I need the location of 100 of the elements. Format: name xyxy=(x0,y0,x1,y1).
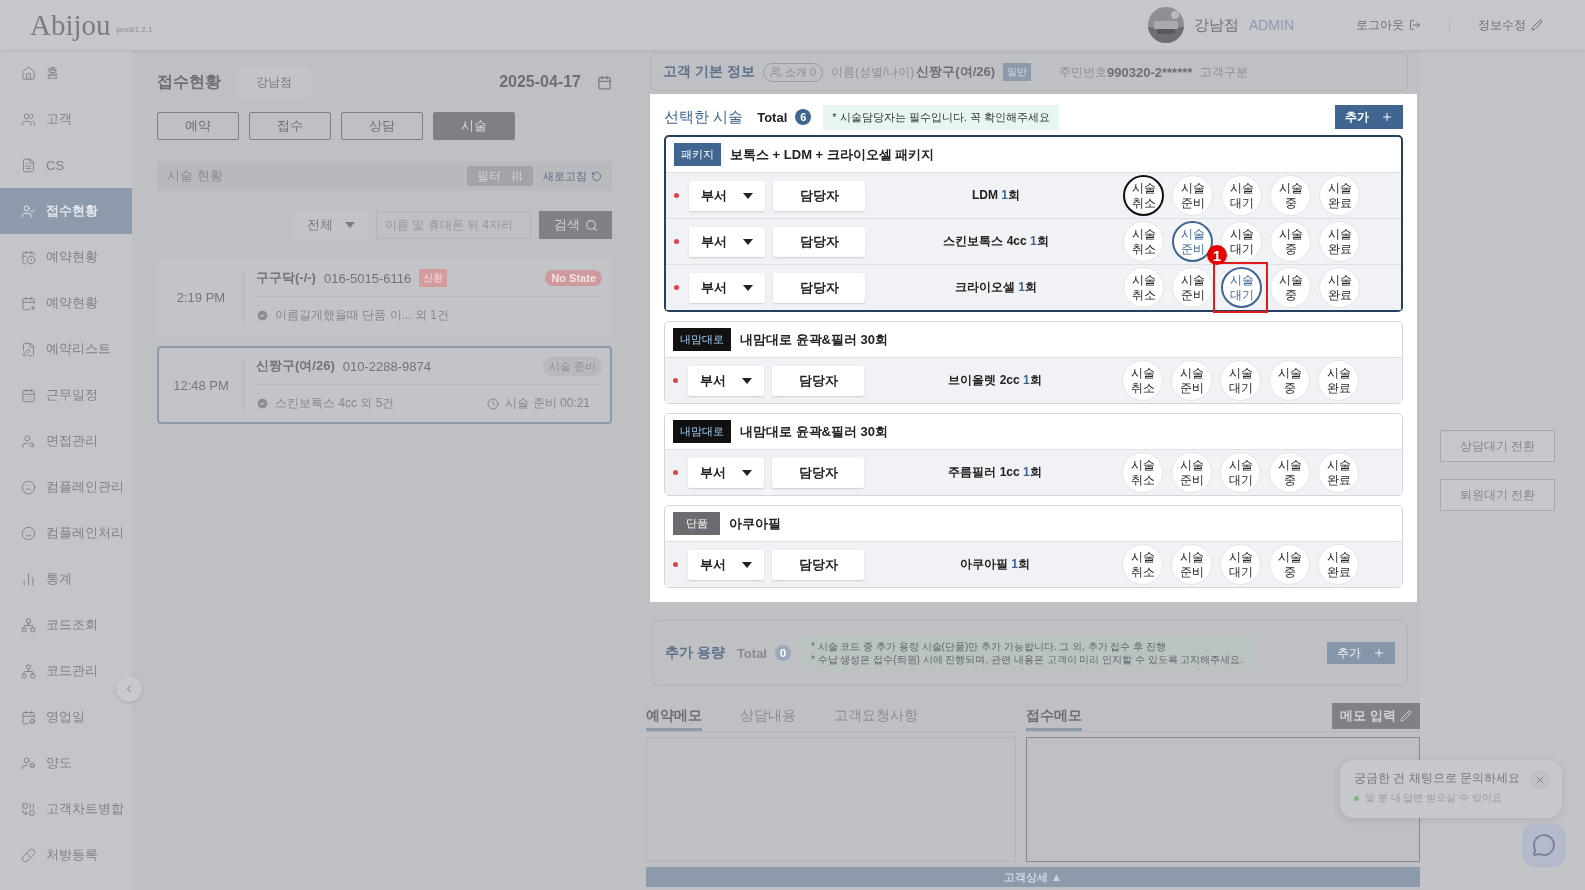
staff-button[interactable]: 담당자 xyxy=(772,365,864,396)
customer-name: 신짱구(여/26) xyxy=(916,63,996,81)
required-dot xyxy=(674,239,679,244)
clock-icon xyxy=(487,397,500,410)
status-button[interactable]: 시술 중 xyxy=(1270,267,1311,308)
add-button[interactable]: 추가 xyxy=(1335,105,1403,129)
collapse-button[interactable] xyxy=(116,676,142,702)
status-button[interactable]: 시술 대기 xyxy=(1220,360,1261,401)
caret-icon xyxy=(743,284,753,291)
status-button[interactable]: 시술 대기 xyxy=(1221,221,1262,262)
status-button[interactable]: 시술 완료 xyxy=(1318,360,1359,401)
status-button[interactable]: 시술 중 xyxy=(1270,221,1311,262)
status-button[interactable]: 시술 대기 xyxy=(1220,544,1261,585)
section-title: 추가 용량 xyxy=(665,644,725,662)
caret-icon xyxy=(742,469,752,476)
chat-button[interactable] xyxy=(1522,823,1566,867)
staff-button[interactable]: 담당자 xyxy=(773,180,865,211)
sidebar-label: 고객 xyxy=(46,110,72,128)
procedure-name: 크라이오셀 1회 xyxy=(954,279,1038,296)
status-button[interactable]: 시술 완료 xyxy=(1318,544,1359,585)
file-pen-icon xyxy=(21,341,36,357)
id-number: 990320-2****** xyxy=(1107,64,1193,80)
group-tag: 단품 xyxy=(673,512,720,535)
required-dot xyxy=(673,562,678,567)
pencil-icon xyxy=(1531,19,1543,31)
status-button[interactable]: 시술 완료 xyxy=(1319,175,1360,216)
calendar-clock-icon xyxy=(21,249,36,265)
department-select[interactable]: 부서 xyxy=(689,226,765,257)
department-select[interactable]: 부서 xyxy=(689,272,765,303)
status-button[interactable]: 시술 완료 xyxy=(1318,452,1359,493)
group-name: 보톡스 + LDM + 크라이오셀 패키지 xyxy=(730,145,935,164)
frown-icon xyxy=(21,479,36,495)
highlight-box xyxy=(1213,262,1268,313)
status-button[interactable]: 시술 중 xyxy=(1270,175,1311,216)
grade-tag: 일반 xyxy=(1003,63,1032,81)
new-patient-tag: 신환 xyxy=(419,269,448,287)
logo: Abijou xyxy=(30,8,111,42)
status-pill: No State xyxy=(545,270,602,286)
status-button[interactable]: 시술 취소 xyxy=(1122,544,1163,585)
user-check-icon xyxy=(21,203,36,219)
version-label: prod/1.2.1 xyxy=(116,24,153,34)
group-tag: 내맘대로 xyxy=(673,328,731,351)
status-button[interactable]: 시술 준비 xyxy=(1172,221,1213,262)
status-button[interactable]: 시술 완료 xyxy=(1319,221,1360,262)
close-button[interactable] xyxy=(1530,770,1550,790)
required-dot xyxy=(673,378,678,383)
staff-button[interactable]: 담당자 xyxy=(772,457,864,488)
procedure-name: LDM 1회 xyxy=(971,187,1021,204)
users-icon xyxy=(21,111,36,127)
status-button[interactable]: 시술 취소 xyxy=(1122,452,1163,493)
sidebar-label: 예약현황 xyxy=(46,248,98,266)
caret-icon xyxy=(743,192,753,199)
group-tag: 패키지 xyxy=(674,143,721,166)
customer-name: 구구닥(-/-) xyxy=(256,269,316,287)
status-button[interactable]: 시술 준비 xyxy=(1171,544,1212,585)
caret-icon xyxy=(742,561,752,568)
house-icon xyxy=(21,65,36,81)
sliders-icon xyxy=(511,170,523,182)
status-button[interactable]: 시술 취소 xyxy=(1123,221,1164,262)
phone-number: 016-5015-6116 xyxy=(323,270,412,286)
sidebar-label: 코드관리 xyxy=(46,662,98,680)
sidebar-label: 고객차트병합 xyxy=(46,800,124,818)
department-select[interactable]: 부서 xyxy=(688,457,764,488)
sidebar-label: 통계 xyxy=(46,570,72,588)
calendar-icon[interactable] xyxy=(597,74,612,90)
users-icon xyxy=(769,66,782,78)
branch-name: 강남점 xyxy=(1193,15,1239,35)
status-button[interactable]: 시술 준비 xyxy=(1172,175,1213,216)
procedure-summary: 이름길게했을때 단품 이... 외 1건 xyxy=(275,307,449,324)
group-name: 아쿠아필 xyxy=(729,514,781,533)
plus-icon xyxy=(1381,111,1393,123)
total-count: 0 xyxy=(775,645,791,661)
status-button[interactable]: 시술 취소 xyxy=(1123,267,1164,308)
status-button[interactable]: 시술 대기 xyxy=(1221,175,1262,216)
pencil-icon xyxy=(1400,710,1412,722)
status-button[interactable]: 시술 준비 xyxy=(1171,360,1212,401)
sidebar-label: 예약리스트 xyxy=(46,340,111,358)
status-button[interactable]: 시술 대기 xyxy=(1221,267,1262,308)
page-title: 접수현황 xyxy=(157,71,221,92)
status-button[interactable]: 시술 중 xyxy=(1269,452,1310,493)
staff-button[interactable]: 담당자 xyxy=(773,272,865,303)
required-dot xyxy=(674,193,679,198)
department-select[interactable]: 부서 xyxy=(688,365,764,396)
department-select[interactable]: 부서 xyxy=(689,180,765,211)
staff-button[interactable]: 담당자 xyxy=(772,549,864,580)
status-button[interactable]: 시술 중 xyxy=(1269,544,1310,585)
status-button[interactable]: 시술 취소 xyxy=(1122,360,1163,401)
check-circle-icon xyxy=(256,309,269,322)
status-button[interactable]: 시술 완료 xyxy=(1319,267,1360,308)
status-button[interactable]: 시술 중 xyxy=(1269,360,1310,401)
staff-button[interactable]: 담당자 xyxy=(773,226,865,257)
status-button[interactable]: 시술 준비 xyxy=(1171,452,1212,493)
status-button[interactable]: 시술 취소 xyxy=(1123,175,1164,216)
status-button[interactable]: 시술 대기 xyxy=(1220,452,1261,493)
phone-number: 010-2288-9874 xyxy=(342,358,431,374)
plus-icon xyxy=(1373,647,1385,659)
check-circle-icon xyxy=(256,397,269,410)
time-label: 12:48 PM xyxy=(159,358,244,412)
status-button[interactable]: 시술 준비 xyxy=(1172,267,1213,308)
department-select[interactable]: 부서 xyxy=(688,549,764,580)
